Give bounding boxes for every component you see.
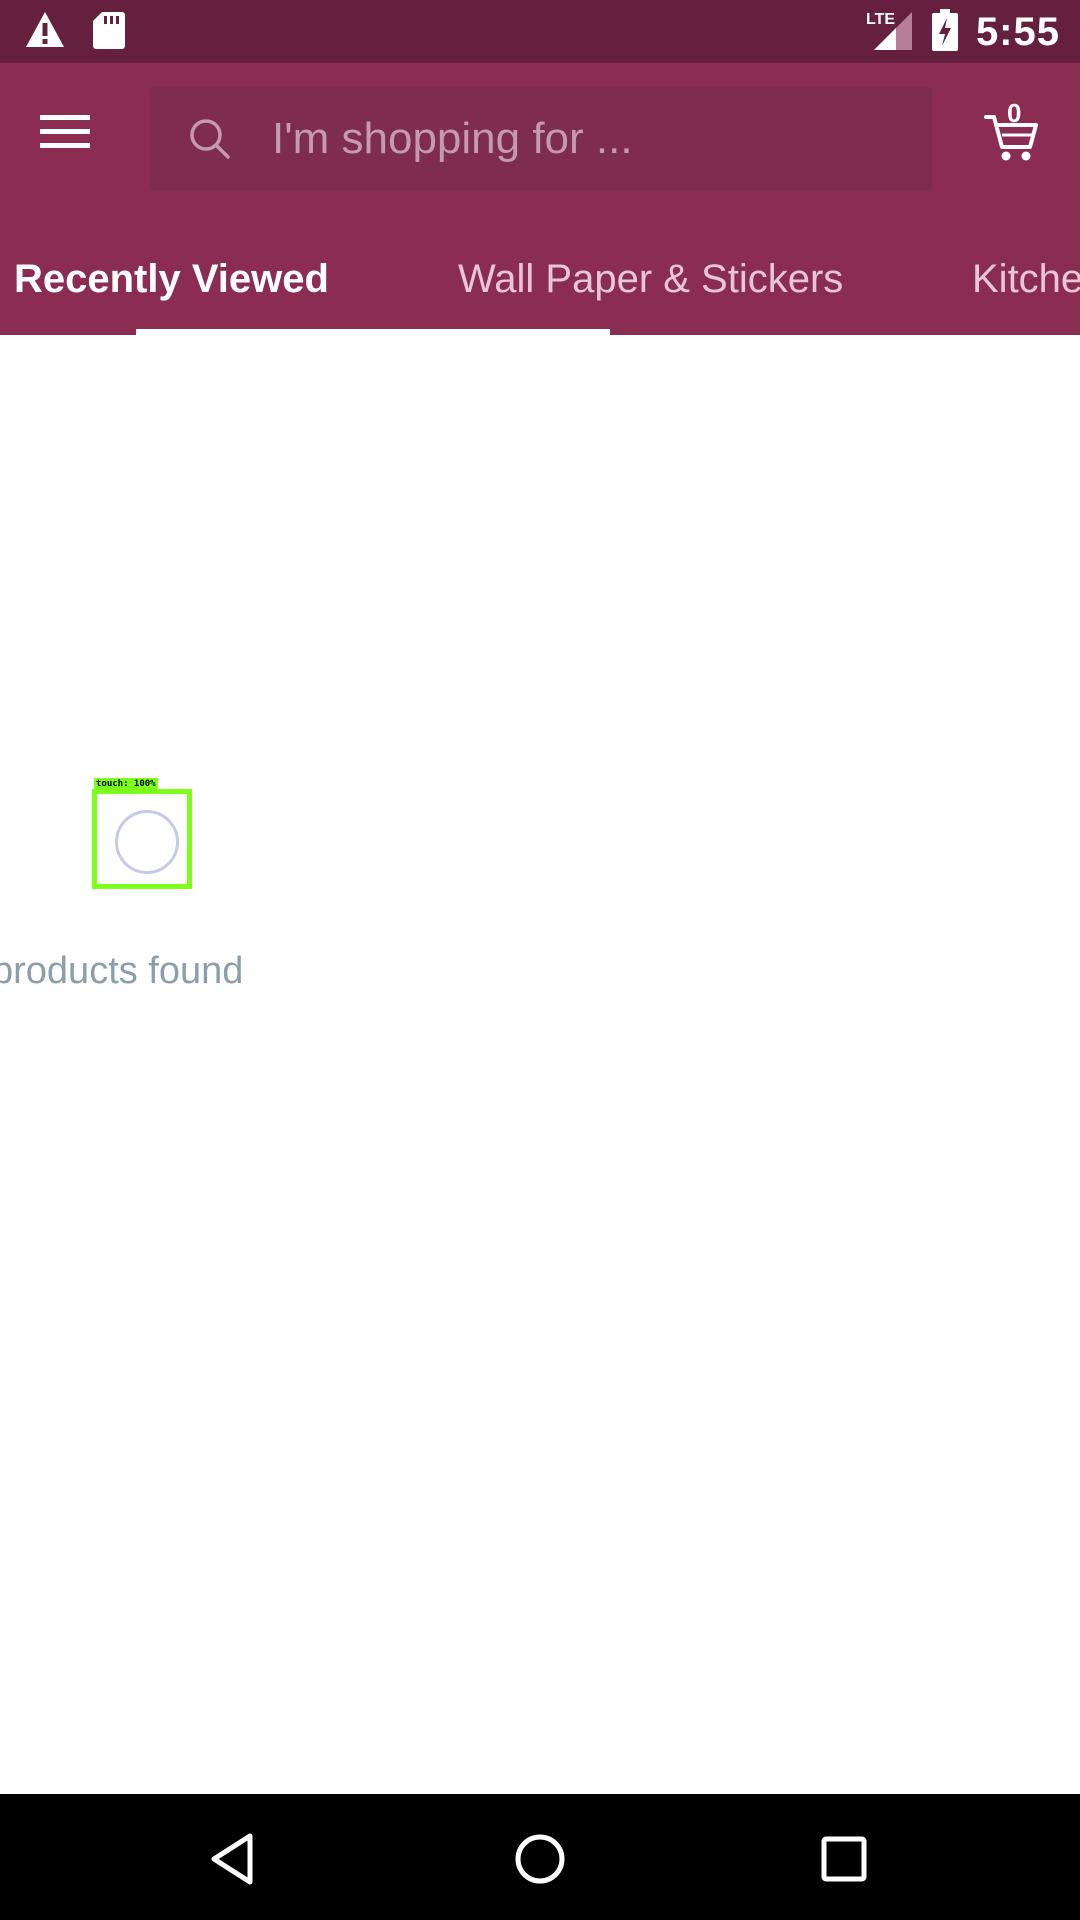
search-placeholder: I'm shopping for ... bbox=[272, 114, 633, 163]
status-bar: LTE 5:55 bbox=[0, 0, 1080, 63]
recents-icon[interactable] bbox=[809, 1824, 879, 1894]
warning-icon bbox=[24, 10, 66, 55]
back-icon[interactable] bbox=[200, 1824, 270, 1894]
tab-indicator bbox=[136, 329, 610, 335]
svg-text:LTE: LTE bbox=[866, 11, 895, 28]
tab-wall-paper-stickers[interactable]: Wall Paper & Stickers bbox=[458, 257, 843, 302]
category-tabs: Recently Viewed Wall Paper & Stickers Ki… bbox=[0, 243, 1080, 335]
home-icon[interactable] bbox=[505, 1824, 575, 1894]
search-icon bbox=[188, 117, 232, 166]
touch-indicator-label: touch: 100% bbox=[94, 778, 158, 790]
app-bar: I'm shopping for ... 0 Recently Viewed W… bbox=[0, 63, 1080, 335]
empty-state-message: products found bbox=[0, 950, 244, 992]
sd-card-icon bbox=[92, 10, 126, 55]
status-time: 5:55 bbox=[975, 10, 1060, 54]
hamburger-menu-icon[interactable] bbox=[40, 111, 106, 159]
tab-recently-viewed[interactable]: Recently Viewed bbox=[14, 257, 329, 302]
navigation-bar bbox=[0, 1794, 1080, 1920]
lte-signal-icon: LTE bbox=[866, 8, 914, 57]
touch-indicator bbox=[92, 789, 192, 889]
cart-count-badge: 0 bbox=[1007, 98, 1022, 128]
tab-kitchen[interactable]: Kitche bbox=[972, 257, 1080, 302]
search-input[interactable]: I'm shopping for ... bbox=[150, 87, 932, 191]
battery-charging-icon bbox=[931, 9, 958, 56]
